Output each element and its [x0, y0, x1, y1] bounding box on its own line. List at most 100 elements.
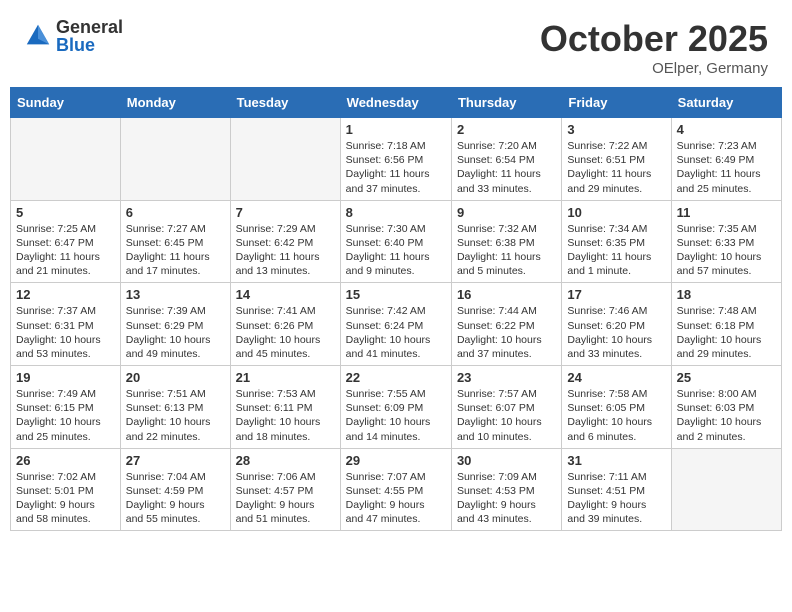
weekday-header: Tuesday	[230, 88, 340, 118]
title-block: October 2025 OElper, Germany	[540, 18, 768, 77]
day-number: 8	[346, 205, 446, 220]
calendar-week-row: 19 Sunrise: 7:49 AM Sunset: 6:15 PM Dayli…	[11, 366, 782, 449]
day-number: 23	[457, 370, 556, 385]
day-number: 3	[567, 122, 665, 137]
day-info: Sunrise: 7:41 AM Sunset: 6:26 PM Dayligh…	[236, 304, 335, 361]
calendar-cell: 25 Sunrise: 8:00 AM Sunset: 6:03 PM Dayli…	[671, 366, 781, 449]
calendar-cell: 30 Sunrise: 7:09 AM Sunset: 4:53 PM Dayli…	[451, 448, 561, 531]
day-number: 20	[126, 370, 225, 385]
calendar-cell: 24 Sunrise: 7:58 AM Sunset: 6:05 PM Dayli…	[562, 366, 671, 449]
day-number: 17	[567, 287, 665, 302]
day-info: Sunrise: 7:44 AM Sunset: 6:22 PM Dayligh…	[457, 304, 556, 361]
day-info: Sunrise: 7:22 AM Sunset: 6:51 PM Dayligh…	[567, 139, 665, 196]
logo: General Blue	[24, 18, 123, 54]
day-number: 26	[16, 453, 115, 468]
day-info: Sunrise: 7:11 AM Sunset: 4:51 PM Dayligh…	[567, 470, 665, 527]
weekday-header: Monday	[120, 88, 230, 118]
calendar-cell: 26Sunrise: 7:02 AM Sunset: 5:01 PM Dayli…	[11, 448, 121, 531]
calendar-cell: 5 Sunrise: 7:25 AM Sunset: 6:47 PM Daylig…	[11, 200, 121, 283]
day-info: Sunrise: 7:35 AM Sunset: 6:33 PM Dayligh…	[677, 222, 776, 279]
calendar-cell: 13Sunrise: 7:39 AM Sunset: 6:29 PM Dayli…	[120, 283, 230, 366]
logo-icon	[24, 22, 52, 50]
calendar-cell: 4 Sunrise: 7:23 AM Sunset: 6:49 PM Daylig…	[671, 118, 781, 201]
calendar-cell	[230, 118, 340, 201]
day-number: 24	[567, 370, 665, 385]
day-info: Sunrise: 7:06 AM Sunset: 4:57 PM Dayligh…	[236, 470, 335, 527]
weekday-header: Saturday	[671, 88, 781, 118]
calendar-cell: 10 Sunrise: 7:34 AM Sunset: 6:35 PM Dayli…	[562, 200, 671, 283]
day-info: Sunrise: 7:48 AM Sunset: 6:18 PM Dayligh…	[677, 304, 776, 361]
calendar-cell	[11, 118, 121, 201]
day-number: 21	[236, 370, 335, 385]
day-number: 10	[567, 205, 665, 220]
day-number: 30	[457, 453, 556, 468]
calendar-week-row: 1Sunrise: 7:18 AM Sunset: 6:56 PM Daylig…	[11, 118, 782, 201]
calendar-cell: 18 Sunrise: 7:48 AM Sunset: 6:18 PM Dayli…	[671, 283, 781, 366]
calendar-cell: 7 Sunrise: 7:29 AM Sunset: 6:42 PM Daylig…	[230, 200, 340, 283]
day-info: Sunrise: 7:55 AM Sunset: 6:09 PM Dayligh…	[346, 387, 446, 444]
day-number: 2	[457, 122, 556, 137]
calendar-cell: 31Sunrise: 7:11 AM Sunset: 4:51 PM Dayli…	[562, 448, 671, 531]
weekday-header: Thursday	[451, 88, 561, 118]
calendar-cell: 20Sunrise: 7:51 AM Sunset: 6:13 PM Dayli…	[120, 366, 230, 449]
weekday-header: Friday	[562, 88, 671, 118]
day-number: 7	[236, 205, 335, 220]
calendar-week-row: 5 Sunrise: 7:25 AM Sunset: 6:47 PM Daylig…	[11, 200, 782, 283]
day-number: 6	[126, 205, 225, 220]
calendar-cell: 28 Sunrise: 7:06 AM Sunset: 4:57 PM Dayli…	[230, 448, 340, 531]
calendar-cell: 12 Sunrise: 7:37 AM Sunset: 6:31 PM Dayli…	[11, 283, 121, 366]
day-number: 25	[677, 370, 776, 385]
day-info: Sunrise: 7:30 AM Sunset: 6:40 PM Dayligh…	[346, 222, 446, 279]
calendar-cell	[671, 448, 781, 531]
calendar-cell: 17 Sunrise: 7:46 AM Sunset: 6:20 PM Dayli…	[562, 283, 671, 366]
day-info: Sunrise: 7:23 AM Sunset: 6:49 PM Dayligh…	[677, 139, 776, 196]
day-number: 13	[126, 287, 225, 302]
weekday-header: Wednesday	[340, 88, 451, 118]
day-number: 19	[16, 370, 115, 385]
day-number: 12	[16, 287, 115, 302]
calendar-cell: 3 Sunrise: 7:22 AM Sunset: 6:51 PM Daylig…	[562, 118, 671, 201]
day-info: Sunrise: 7:46 AM Sunset: 6:20 PM Dayligh…	[567, 304, 665, 361]
calendar-cell: 8 Sunrise: 7:30 AM Sunset: 6:40 PM Daylig…	[340, 200, 451, 283]
logo-general-text: General	[56, 18, 123, 36]
month-title: October 2025	[540, 18, 768, 60]
day-number: 27	[126, 453, 225, 468]
day-info: Sunrise: 7:34 AM Sunset: 6:35 PM Dayligh…	[567, 222, 665, 279]
calendar-cell: 23 Sunrise: 7:57 AM Sunset: 6:07 PM Dayli…	[451, 366, 561, 449]
day-info: Sunrise: 7:57 AM Sunset: 6:07 PM Dayligh…	[457, 387, 556, 444]
day-number: 4	[677, 122, 776, 137]
day-number: 5	[16, 205, 115, 220]
day-info: Sunrise: 7:49 AM Sunset: 6:15 PM Dayligh…	[16, 387, 115, 444]
day-number: 14	[236, 287, 335, 302]
calendar-cell: 21 Sunrise: 7:53 AM Sunset: 6:11 PM Dayli…	[230, 366, 340, 449]
day-number: 9	[457, 205, 556, 220]
calendar-cell: 6Sunrise: 7:27 AM Sunset: 6:45 PM Daylig…	[120, 200, 230, 283]
calendar-cell: 9 Sunrise: 7:32 AM Sunset: 6:38 PM Daylig…	[451, 200, 561, 283]
calendar-cell: 2 Sunrise: 7:20 AM Sunset: 6:54 PM Daylig…	[451, 118, 561, 201]
calendar-cell: 22 Sunrise: 7:55 AM Sunset: 6:09 PM Dayli…	[340, 366, 451, 449]
day-info: Sunrise: 7:58 AM Sunset: 6:05 PM Dayligh…	[567, 387, 665, 444]
calendar-cell: 29Sunrise: 7:07 AM Sunset: 4:55 PM Dayli…	[340, 448, 451, 531]
weekday-header-row: SundayMondayTuesdayWednesdayThursdayFrid…	[11, 88, 782, 118]
day-number: 18	[677, 287, 776, 302]
day-info: Sunrise: 7:04 AM Sunset: 4:59 PM Dayligh…	[126, 470, 225, 527]
day-info: Sunrise: 7:29 AM Sunset: 6:42 PM Dayligh…	[236, 222, 335, 279]
calendar-cell	[120, 118, 230, 201]
day-number: 22	[346, 370, 446, 385]
day-info: Sunrise: 7:20 AM Sunset: 6:54 PM Dayligh…	[457, 139, 556, 196]
calendar-cell: 15Sunrise: 7:42 AM Sunset: 6:24 PM Dayli…	[340, 283, 451, 366]
day-info: Sunrise: 7:32 AM Sunset: 6:38 PM Dayligh…	[457, 222, 556, 279]
day-number: 29	[346, 453, 446, 468]
calendar-cell: 16 Sunrise: 7:44 AM Sunset: 6:22 PM Dayli…	[451, 283, 561, 366]
day-number: 11	[677, 205, 776, 220]
day-info: Sunrise: 8:00 AM Sunset: 6:03 PM Dayligh…	[677, 387, 776, 444]
logo-blue-text: Blue	[56, 36, 123, 54]
day-number: 28	[236, 453, 335, 468]
weekday-header: Sunday	[11, 88, 121, 118]
day-info: Sunrise: 7:25 AM Sunset: 6:47 PM Dayligh…	[16, 222, 115, 279]
day-info: Sunrise: 7:53 AM Sunset: 6:11 PM Dayligh…	[236, 387, 335, 444]
day-info: Sunrise: 7:37 AM Sunset: 6:31 PM Dayligh…	[16, 304, 115, 361]
calendar-week-row: 12 Sunrise: 7:37 AM Sunset: 6:31 PM Dayli…	[11, 283, 782, 366]
day-info: Sunrise: 7:09 AM Sunset: 4:53 PM Dayligh…	[457, 470, 556, 527]
day-number: 16	[457, 287, 556, 302]
